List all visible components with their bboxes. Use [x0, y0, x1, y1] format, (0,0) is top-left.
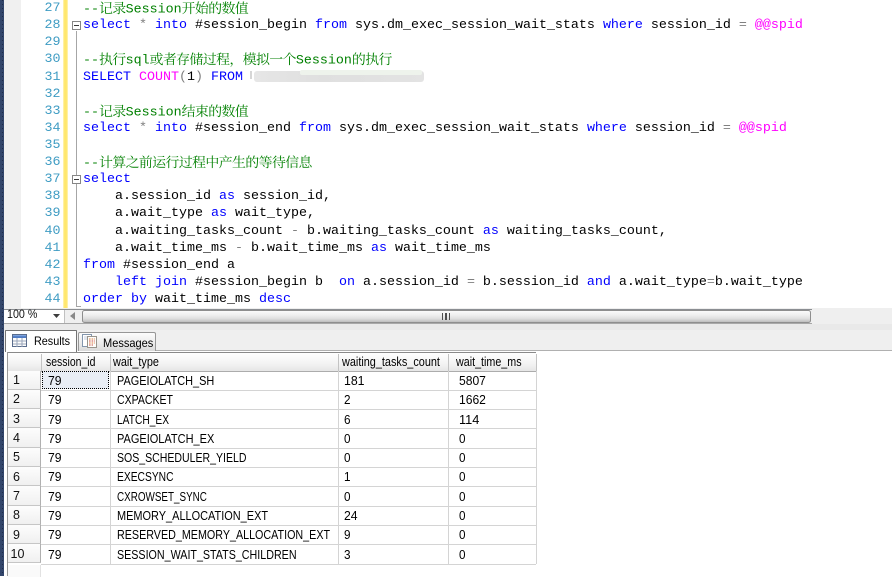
svg-text:Session: Session	[126, 3, 182, 18]
svg-text:--: --	[83, 54, 99, 69]
svg-text:Session: Session	[126, 105, 182, 120]
svg-text:sql: sql	[126, 54, 150, 69]
svg-text:--: --	[83, 105, 99, 120]
svg-text:--: --	[83, 157, 99, 172]
svg-text:--: --	[83, 3, 99, 18]
svg-text:Session: Session	[296, 54, 352, 69]
